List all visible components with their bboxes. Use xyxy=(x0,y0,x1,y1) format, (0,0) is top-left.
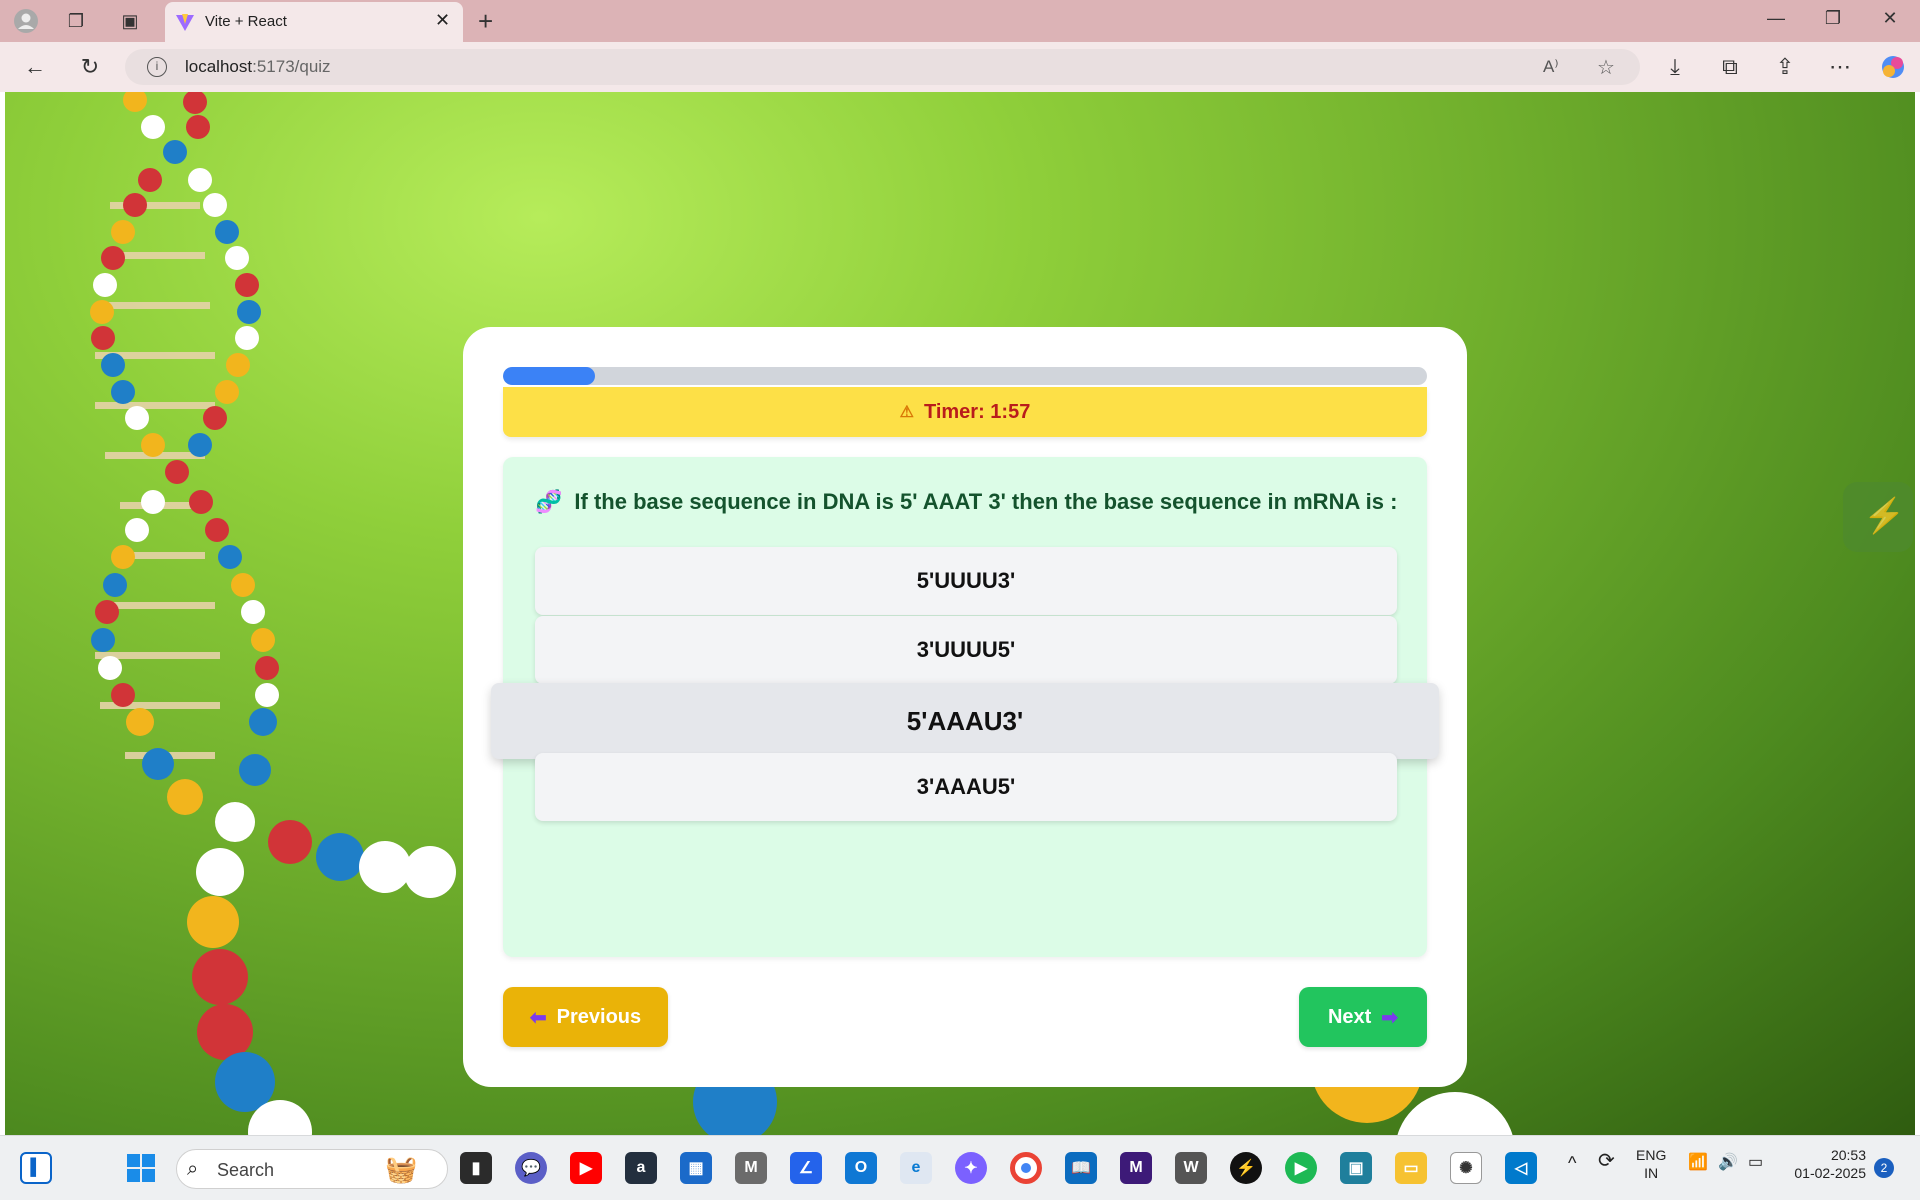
chat-icon[interactable]: 💬 xyxy=(515,1152,547,1184)
app-lightning-icon[interactable]: ⚡ xyxy=(1230,1152,1262,1184)
widgets-icon[interactable]: ▌ xyxy=(20,1152,52,1184)
question-text-row: 🧬 If the base sequence in DNA is 5' AAAT … xyxy=(535,489,1407,515)
timer-text: Timer: 1:57 xyxy=(923,400,1031,423)
app-m-icon[interactable]: M xyxy=(735,1152,767,1184)
site-info-icon[interactable]: i xyxy=(147,57,167,77)
quiz-progress-fill xyxy=(503,367,596,385)
question-panel: 🧬 If the base sequence in DNA is 5' AAAT … xyxy=(491,457,1439,957)
restore-icon[interactable]: ❐ xyxy=(1813,8,1853,34)
start-icon[interactable] xyxy=(125,1152,157,1184)
browser-toolbar: ← ↻ i localhost:5173/quiz A⁾ ☆ ⤓ ⧉ ⇪ ⋯ xyxy=(0,42,1920,92)
search-highlight-icon: 🧺 xyxy=(385,1154,418,1184)
browser-title-bar: ❐ ▣ Vite + React ✕ + — ❐ ✕ xyxy=(0,0,1920,42)
vite-logo-icon xyxy=(175,12,195,37)
back-arrow-icon: ⬅ xyxy=(529,1006,547,1029)
search-placeholder: Search xyxy=(217,1160,275,1180)
tab-title: Vite + React xyxy=(205,13,287,30)
new-tab-icon[interactable]: + xyxy=(478,6,493,37)
url-text: localhost:5173/quiz xyxy=(185,57,331,77)
wifi-icon[interactable]: 📶 xyxy=(1688,1154,1708,1172)
refresh-icon[interactable]: ↻ xyxy=(75,52,105,82)
timer-banner: ⚠ Timer: 1:57 xyxy=(503,387,1427,437)
collections-icon[interactable]: ❐ xyxy=(62,8,90,34)
downloads-icon[interactable]: ⤓ xyxy=(1660,52,1690,82)
language-indicator[interactable]: ENG IN xyxy=(1636,1146,1666,1182)
vscode-icon[interactable]: ◁ xyxy=(1505,1152,1537,1184)
app-w-icon[interactable]: W xyxy=(1175,1152,1207,1184)
vertical-tabs-icon[interactable]: ▣ xyxy=(116,8,144,34)
chatgpt-icon[interactable]: ✺ xyxy=(1450,1152,1482,1184)
dna-icon: 🧬 xyxy=(535,489,563,514)
quiz-progress-bar xyxy=(503,367,1427,385)
tab-close-icon[interactable]: ✕ xyxy=(435,10,450,31)
camera-app-icon[interactable]: ▣ xyxy=(1340,1152,1372,1184)
question-text: If the base sequence in DNA is 5' AAAT 3… xyxy=(574,489,1398,514)
clock-time: 20:53 xyxy=(1830,1147,1866,1163)
file-explorer-icon[interactable]: ▭ xyxy=(1395,1152,1427,1184)
favorite-star-icon[interactable]: ☆ xyxy=(1597,55,1615,80)
previous-button[interactable]: ⬅ Previous xyxy=(503,987,668,1047)
windows-taskbar: ▌ ⌕ Search 🧺 ▮ 💬 ▶ a ▦ M ∠ O e ✦ 📖 M W ⚡… xyxy=(0,1135,1920,1200)
outlook-icon[interactable]: O xyxy=(845,1152,877,1184)
profile-icon[interactable] xyxy=(12,8,40,34)
read-aloud-icon[interactable]: A⁾ xyxy=(1543,57,1559,77)
quiz-page-background: ⚡ ⚠ Timer: 1:57 🧬 If the base sequence in… xyxy=(5,92,1915,1135)
taskbar-search[interactable]: ⌕ Search 🧺 xyxy=(176,1149,448,1189)
browser-tab-active[interactable]: Vite + React ✕ xyxy=(165,2,463,42)
copilot-icon[interactable] xyxy=(1878,52,1908,82)
address-bar[interactable]: i localhost:5173/quiz A⁾ ☆ xyxy=(125,49,1640,85)
next-arrow-icon: ➡ xyxy=(1381,1006,1399,1029)
language-bottom: IN xyxy=(1644,1165,1659,1181)
quiz-card: ⚠ Timer: 1:57 🧬 If the base sequence in D… xyxy=(463,327,1467,1087)
next-button[interactable]: Next ➡ xyxy=(1299,987,1427,1047)
show-hidden-icons[interactable]: ^ xyxy=(1568,1154,1576,1172)
answer-option-2[interactable]: 3'UUUU5' xyxy=(535,616,1397,684)
floating-side-widget[interactable]: ⚡ xyxy=(1843,482,1913,552)
answer-option-4[interactable]: 3'AAAU5' xyxy=(535,753,1397,821)
notification-badge[interactable]: 2 xyxy=(1874,1158,1894,1178)
volume-icon[interactable]: 🔊 xyxy=(1718,1154,1738,1172)
edge-icon[interactable]: e xyxy=(900,1152,932,1184)
task-view-icon[interactable]: ▮ xyxy=(460,1152,492,1184)
copilot-app-icon[interactable]: ✦ xyxy=(955,1152,987,1184)
warning-icon: ⚠ xyxy=(899,404,914,421)
battery-icon[interactable]: ▭ xyxy=(1748,1154,1763,1172)
minimize-icon[interactable]: — xyxy=(1756,8,1796,34)
answer-option-1[interactable]: 5'UUUU3' xyxy=(535,547,1397,615)
youtube-icon[interactable]: ▶ xyxy=(570,1152,602,1184)
math-app-icon[interactable]: ∠ xyxy=(790,1152,822,1184)
next-label: Next xyxy=(1327,1005,1372,1028)
app-m2-icon[interactable]: M xyxy=(1120,1152,1152,1184)
clock-date: 01-02-2025 xyxy=(1794,1165,1866,1181)
clock[interactable]: 20:53 01-02-2025 xyxy=(1786,1146,1866,1182)
url-path: :5173/quiz xyxy=(252,57,331,76)
side-widget-icon: ⚡ xyxy=(1863,497,1906,535)
language-top: ENG xyxy=(1636,1147,1667,1163)
reader-icon[interactable]: 📖 xyxy=(1065,1152,1097,1184)
screenshot-icon[interactable]: ⧉ xyxy=(1715,52,1745,82)
share-icon[interactable]: ⇪ xyxy=(1770,52,1800,82)
store-icon[interactable]: ▦ xyxy=(680,1152,712,1184)
media-player-icon[interactable]: ▶ xyxy=(1285,1152,1317,1184)
url-host: localhost xyxy=(185,57,253,76)
amazon-icon[interactable]: a xyxy=(625,1152,657,1184)
close-window-icon[interactable]: ✕ xyxy=(1870,8,1910,34)
more-menu-icon[interactable]: ⋯ xyxy=(1825,52,1855,82)
chrome-icon[interactable] xyxy=(1010,1152,1042,1184)
previous-label: Previous xyxy=(556,1005,642,1028)
answer-option-3[interactable]: 5'AAAU3' xyxy=(491,683,1439,759)
back-icon[interactable]: ← xyxy=(20,52,50,82)
sync-icon[interactable]: ⟳ xyxy=(1598,1151,1615,1171)
search-icon: ⌕ xyxy=(187,1158,199,1180)
